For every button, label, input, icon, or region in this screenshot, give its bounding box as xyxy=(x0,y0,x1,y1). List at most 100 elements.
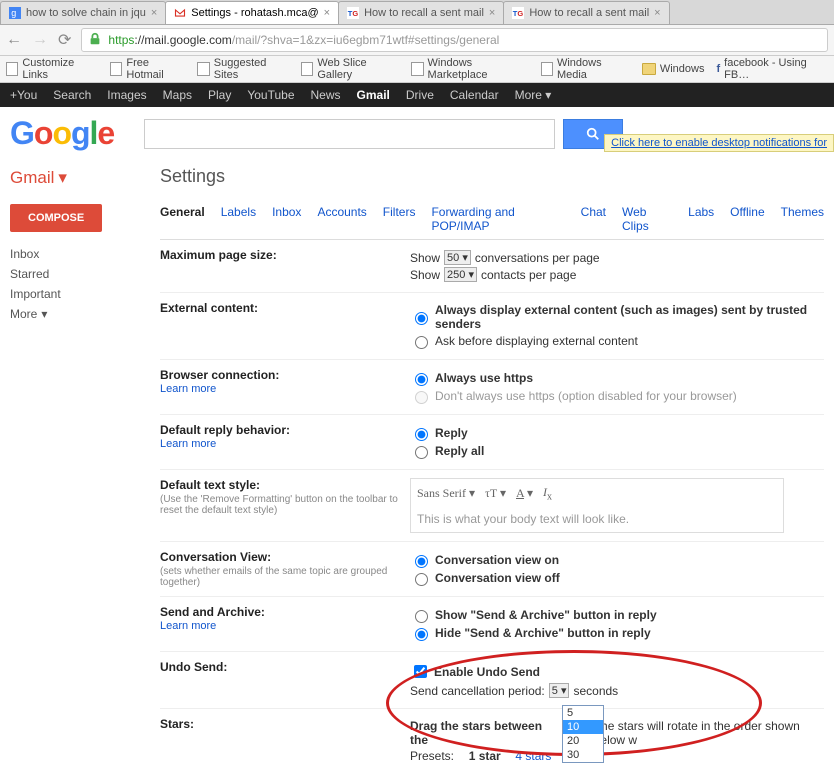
svg-text:TG: TG xyxy=(513,9,524,18)
browser-navbar: ← → ⟳ https://mail.google.com/mail/?shva… xyxy=(0,25,834,56)
tab-forwarding[interactable]: Forwarding and POP/IMAP xyxy=(431,205,564,233)
gbar-item[interactable]: Calendar xyxy=(450,88,499,102)
bookmark-item[interactable]: ffacebook - Using FB… xyxy=(716,57,828,81)
learn-more-link[interactable]: Learn more xyxy=(160,620,410,632)
tg-favicon: TG xyxy=(347,7,359,19)
address-text: https://mail.google.com/mail/?shva=1&zx=… xyxy=(108,33,499,47)
back-button[interactable]: ← xyxy=(6,31,22,49)
desktop-notification-bar[interactable]: Click here to enable desktop notificatio… xyxy=(604,134,834,152)
radio-conv-off[interactable] xyxy=(415,573,428,586)
bookmark-item[interactable]: Web Slice Gallery xyxy=(301,57,399,81)
gbar-item[interactable]: +You xyxy=(10,88,37,102)
lock-icon xyxy=(88,32,102,49)
tab-themes[interactable]: Themes xyxy=(781,205,824,233)
gbar-item[interactable]: News xyxy=(311,88,341,102)
tab-filters[interactable]: Filters xyxy=(383,205,416,233)
settings-tabs: General Labels Inbox Accounts Filters Fo… xyxy=(160,199,824,240)
close-icon[interactable]: × xyxy=(151,7,157,19)
browser-tab[interactable]: TG How to recall a sent mail × xyxy=(338,1,504,24)
radio-conv-on[interactable] xyxy=(415,555,428,568)
text-color-icon[interactable]: A ▾ xyxy=(516,486,533,501)
tg-favicon: TG xyxy=(512,7,524,19)
gmail-dropdown[interactable]: Gmail▾ xyxy=(10,164,160,200)
dropdown-option[interactable]: 30 xyxy=(563,748,603,762)
row-send-archive: Send and Archive: Learn more Show "Send … xyxy=(160,597,824,652)
row-undo-send: Undo Send: Enable Undo Send Send cancell… xyxy=(160,652,824,709)
clear-format-icon[interactable]: Ix xyxy=(543,485,552,502)
radio-reply-all[interactable] xyxy=(415,446,428,459)
tab-chat[interactable]: Chat xyxy=(581,205,606,233)
tab-title: Settings - rohatash.mca@ xyxy=(191,7,318,19)
search-input[interactable] xyxy=(144,119,555,149)
checkbox-enable-undo[interactable] xyxy=(414,665,427,678)
undo-period-dropdown: 5 10 20 30 xyxy=(562,705,604,763)
dropdown-option[interactable]: 20 xyxy=(563,734,603,748)
facebook-icon: f xyxy=(716,63,720,75)
text-size-icon[interactable]: τT ▾ xyxy=(485,486,506,501)
radio-hide-send-archive[interactable] xyxy=(415,628,428,641)
tab-labels[interactable]: Labels xyxy=(221,205,256,233)
page-icon xyxy=(541,62,553,76)
tab-general[interactable]: General xyxy=(160,205,205,233)
row-label: Send and Archive: xyxy=(160,605,265,619)
radio-reply[interactable] xyxy=(415,428,428,441)
gbar-item-more[interactable]: More ▾ xyxy=(515,88,552,102)
browser-tab[interactable]: g how to solve chain in jqu × xyxy=(0,1,166,24)
compose-button[interactable]: COMPOSE xyxy=(10,204,102,232)
gmail-sidebar: Gmail▾ COMPOSE Inbox Starred Important M… xyxy=(10,164,160,773)
gbar-item[interactable]: YouTube xyxy=(247,88,294,102)
gbar-item-gmail[interactable]: Gmail xyxy=(357,88,390,102)
conversations-select[interactable]: 50 ▾ xyxy=(444,250,471,265)
sidebar-item-starred[interactable]: Starred xyxy=(10,264,160,284)
text-style-preview: This is what your body text will look li… xyxy=(417,512,777,526)
text-style-editor: Sans Serif ▾ τT ▾ A ▾ Ix This is what yo… xyxy=(410,478,784,533)
font-select[interactable]: Sans Serif ▾ xyxy=(417,486,475,501)
close-icon[interactable]: × xyxy=(654,7,660,19)
close-icon[interactable]: × xyxy=(489,7,495,19)
undo-period-select[interactable]: 5 ▾ xyxy=(549,683,570,698)
row-label: Undo Send: xyxy=(160,660,410,700)
reload-button[interactable]: ⟳ xyxy=(58,30,71,50)
gbar-item[interactable]: Maps xyxy=(163,88,192,102)
bookmark-item[interactable]: Customize Links xyxy=(6,57,98,81)
bookmark-item[interactable]: Windows Media xyxy=(541,57,630,81)
row-sublabel: (sets whether emails of the same topic a… xyxy=(160,566,410,588)
gbar-item[interactable]: Drive xyxy=(406,88,434,102)
tab-inbox[interactable]: Inbox xyxy=(272,205,301,233)
row-default-text-style: Default text style: (Use the 'Remove For… xyxy=(160,470,824,542)
preset-4stars[interactable]: 4 stars xyxy=(515,749,551,763)
bookmark-item[interactable]: Suggested Sites xyxy=(197,57,289,81)
tab-labs[interactable]: Labs xyxy=(688,205,714,233)
sidebar-item-important[interactable]: Important xyxy=(10,284,160,304)
sidebar-item-more[interactable]: More▾ xyxy=(10,304,160,324)
close-icon[interactable]: × xyxy=(324,7,330,19)
address-bar[interactable]: https://mail.google.com/mail/?shva=1&zx=… xyxy=(81,28,828,52)
learn-more-link[interactable]: Learn more xyxy=(160,383,410,395)
page-icon xyxy=(110,62,122,76)
dropdown-option[interactable]: 10 xyxy=(563,720,603,734)
bookmark-item[interactable]: Windows Marketplace xyxy=(411,57,528,81)
browser-tab[interactable]: TG How to recall a sent mail × xyxy=(503,1,669,24)
contacts-select[interactable]: 250 ▾ xyxy=(444,267,477,282)
bookmark-item[interactable]: Free Hotmail xyxy=(110,57,185,81)
radio-show-send-archive[interactable] xyxy=(415,610,428,623)
sidebar-item-inbox[interactable]: Inbox xyxy=(10,244,160,264)
dropdown-option[interactable]: 5 xyxy=(563,706,603,720)
radio-external-ask[interactable] xyxy=(415,336,428,349)
learn-more-link[interactable]: Learn more xyxy=(160,438,410,450)
tab-webclips[interactable]: Web Clips xyxy=(622,205,672,233)
browser-tab[interactable]: Settings - rohatash.mca@ × xyxy=(165,1,339,24)
forward-button[interactable]: → xyxy=(32,31,48,49)
tab-accounts[interactable]: Accounts xyxy=(317,205,366,233)
tab-offline[interactable]: Offline xyxy=(730,205,764,233)
radio-external-always[interactable] xyxy=(415,312,428,325)
gbar-item[interactable]: Play xyxy=(208,88,231,102)
gbar-item[interactable]: Search xyxy=(53,88,91,102)
row-label: External content: xyxy=(160,301,410,351)
preset-1star[interactable]: 1 star xyxy=(469,749,501,763)
gbar-item[interactable]: Images xyxy=(107,88,146,102)
svg-text:g: g xyxy=(11,8,16,18)
search-icon xyxy=(586,127,600,141)
bookmark-item[interactable]: Windows xyxy=(642,63,705,75)
radio-https-always[interactable] xyxy=(415,373,428,386)
